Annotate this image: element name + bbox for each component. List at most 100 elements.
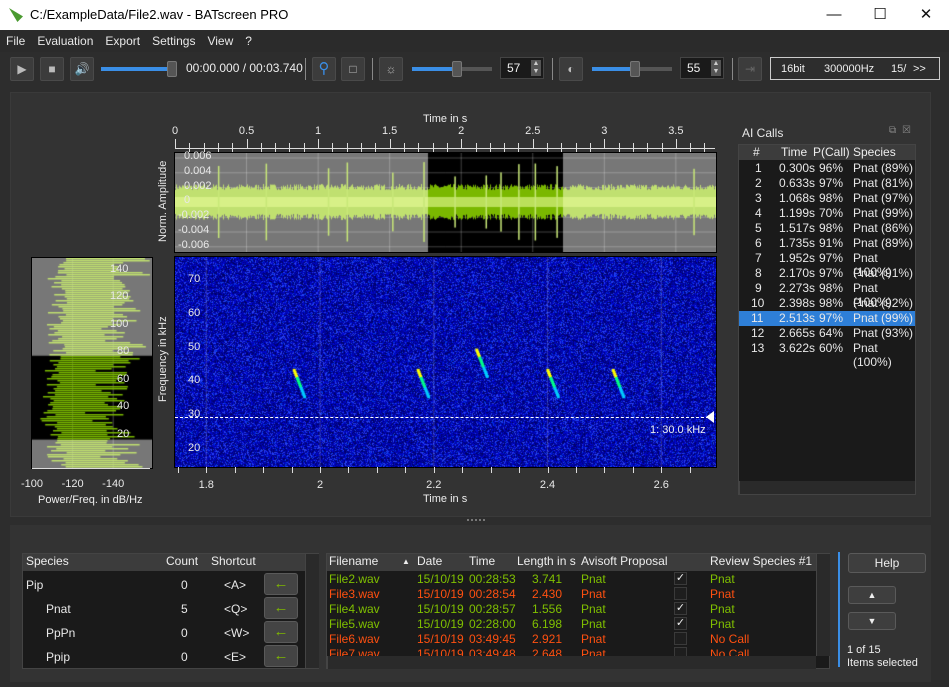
files-hscrollbar[interactable] — [327, 656, 816, 669]
ai-call-row[interactable]: 12 2.665s 64% Pnat (93%) — [739, 326, 915, 341]
files-col-header[interactable]: Length in s — [517, 554, 576, 568]
assign-species-button[interactable]: ← — [264, 645, 298, 667]
brightness-icon[interactable]: ☼ — [379, 57, 403, 81]
ai-call-cell: Pnat (92%) — [853, 296, 914, 310]
undock-icon[interactable]: ⧉ — [889, 125, 896, 136]
file-row[interactable]: File5.wav 15/10/19 02:28:00 6.198 Pnat Pnat ✓ — [327, 616, 829, 631]
ai-call-cell: 8 — [755, 266, 762, 280]
species-scrollbar[interactable] — [305, 554, 319, 668]
files-vscrollbar[interactable] — [816, 554, 830, 656]
contrast-slider[interactable] — [592, 61, 672, 77]
review-checkbox[interactable]: ✓ — [674, 617, 687, 630]
files-col-header[interactable]: Date — [417, 554, 442, 568]
assign-species-button[interactable]: ← — [264, 621, 298, 643]
waveform-plot[interactable] — [174, 152, 717, 253]
brightness-value: 57 — [507, 61, 521, 75]
species-row[interactable]: Pnat 5 <Q> ← — [23, 596, 318, 620]
review-checkbox[interactable]: ✓ — [674, 602, 687, 615]
menu-settings[interactable]: Settings — [146, 30, 201, 48]
assign-species-button[interactable]: ← — [264, 573, 298, 595]
tick-label: 0.006 — [184, 150, 212, 162]
brightness-slider[interactable] — [412, 61, 492, 77]
ai-call-row[interactable]: 2 0.633s 97% Pnat (81%) — [739, 176, 915, 191]
ai-calls-hscrollbar[interactable] — [739, 481, 915, 494]
move-up-button[interactable]: ▲ — [848, 586, 896, 604]
tick — [547, 143, 549, 152]
brightness-spinbox[interactable]: 57 ▲ ▼ — [500, 57, 544, 79]
col-time[interactable]: Time — [781, 145, 807, 159]
goto-icon[interactable]: ⇥ — [738, 57, 762, 81]
menu-evaluation[interactable]: Evaluation — [31, 30, 99, 48]
move-down-button[interactable]: ▼ — [848, 612, 896, 630]
ai-call-cell: 3.622s — [779, 341, 816, 355]
ai-call-row[interactable]: 4 1.199s 70% Pnat (99%) — [739, 206, 915, 221]
ai-call-row[interactable]: 6 1.735s 91% Pnat (89%) — [739, 236, 915, 251]
maximize-button[interactable]: ☐ — [857, 0, 903, 30]
frequency-marker-line[interactable] — [175, 417, 709, 418]
menu-view[interactable]: View — [201, 30, 239, 48]
files-col-header[interactable]: Filename — [329, 554, 378, 568]
help-button[interactable]: Help — [848, 553, 926, 573]
menu-file[interactable]: File — [0, 30, 31, 48]
ai-call-row[interactable]: 5 1.517s 98% Pnat (86%) — [739, 221, 915, 236]
review-checkbox[interactable]: ✓ — [674, 572, 687, 585]
review-checkbox[interactable] — [674, 647, 687, 656]
ai-call-row[interactable]: 1 0.300s 96% Pnat (89%) — [739, 161, 915, 176]
menu-help[interactable]: ? — [239, 30, 258, 48]
frequency-marker-label: 1: 30.0 kHz — [650, 424, 706, 436]
species-row[interactable]: Pip 0 <A> ← — [23, 572, 318, 596]
stop-button[interactable]: ■ — [40, 57, 64, 81]
files-col-header[interactable]: Review Species #1 — [710, 554, 812, 568]
spectrogram-plot[interactable] — [174, 256, 717, 468]
select-rect-icon[interactable]: □ — [341, 57, 365, 81]
col-species[interactable]: Species — [853, 145, 896, 159]
ai-call-cell: Pnat (81%) — [853, 176, 914, 190]
zoom-icon[interactable]: ⚲ — [312, 57, 336, 81]
ai-call-cell: 9 — [755, 281, 762, 295]
file-row[interactable]: File3.wav 15/10/19 00:28:54 2.430 Pnat Pnat — [327, 586, 829, 601]
ai-call-row[interactable]: 10 2.398s 98% Pnat (92%) — [739, 296, 915, 311]
ai-call-row[interactable]: 11 2.513s 97% Pnat (99%) — [739, 311, 915, 326]
species-row[interactable]: Ppip 0 <E> ← — [23, 644, 318, 668]
review-checkbox[interactable] — [674, 632, 687, 645]
volume-icon[interactable]: 🔊 — [70, 57, 94, 81]
close-panel-icon[interactable]: ☒ — [902, 125, 911, 136]
file-row[interactable]: File4.wav 15/10/19 00:28:57 1.556 Pnat Pnat ✓ — [327, 601, 829, 616]
col-pcall[interactable]: P(Call) — [813, 145, 850, 159]
file-row[interactable]: File2.wav 15/10/19 00:28:53 3.741 Pnat Pnat ✓ — [327, 571, 829, 586]
file-row[interactable]: File7.wav 15/10/19 03:49:48 2.648 Pnat No Cal… — [327, 646, 829, 656]
col-shortcut[interactable]: Shortcut — [211, 554, 256, 568]
tick-label: 80 — [117, 345, 130, 357]
ai-call-row[interactable]: 9 2.273s 98% Pnat (100%) — [739, 281, 915, 309]
marker-handle-icon[interactable] — [706, 411, 714, 423]
ai-call-row[interactable]: 7 1.952s 97% Pnat (100%) — [739, 251, 915, 279]
assign-species-button[interactable]: ← — [264, 597, 298, 619]
ai-call-row[interactable]: 3 1.068s 98% Pnat (97%) — [739, 191, 915, 206]
menu-export[interactable]: Export — [99, 30, 146, 48]
next-button[interactable]: >> — [913, 63, 926, 75]
ai-call-cell: 2.170s — [779, 266, 816, 280]
tick — [375, 143, 377, 152]
col-count[interactable]: Count — [166, 554, 198, 568]
ai-call-row[interactable]: 13 3.622s 60% Pnat (100%) — [739, 341, 915, 369]
file-row[interactable]: File6.wav 15/10/19 03:49:45 2.921 Pnat No Cal… — [327, 631, 829, 646]
play-button[interactable]: ▶ — [10, 57, 34, 81]
col-species[interactable]: Species — [26, 554, 69, 568]
close-button[interactable]: ✕ — [903, 0, 949, 30]
species-row[interactable]: PpPn 0 <W> ← — [23, 620, 318, 644]
time-axis-title: Time in s — [423, 113, 468, 125]
review-checkbox[interactable] — [674, 587, 687, 600]
splitter-handle[interactable] — [467, 519, 485, 521]
ai-call-row[interactable]: 8 2.170s 97% Pnat (91%) — [739, 266, 915, 281]
col-number[interactable]: # — [753, 145, 760, 159]
files-col-header[interactable]: Time — [469, 554, 495, 568]
tick — [348, 467, 350, 473]
contrast-spinbox[interactable]: 55 ▲ ▼ — [680, 57, 724, 79]
contrast-icon[interactable]: ◐ — [559, 57, 583, 81]
minimize-button[interactable]: — — [811, 0, 857, 30]
bit-depth: 16bit — [781, 63, 805, 75]
title-bar: C:/ExampleData/File2.wav - BATscreen PRO… — [0, 0, 949, 30]
files-col-header[interactable]: Avisoft Proposal — [581, 554, 668, 568]
volume-slider[interactable] — [101, 61, 177, 77]
ai-call-cell: 7 — [755, 251, 762, 265]
